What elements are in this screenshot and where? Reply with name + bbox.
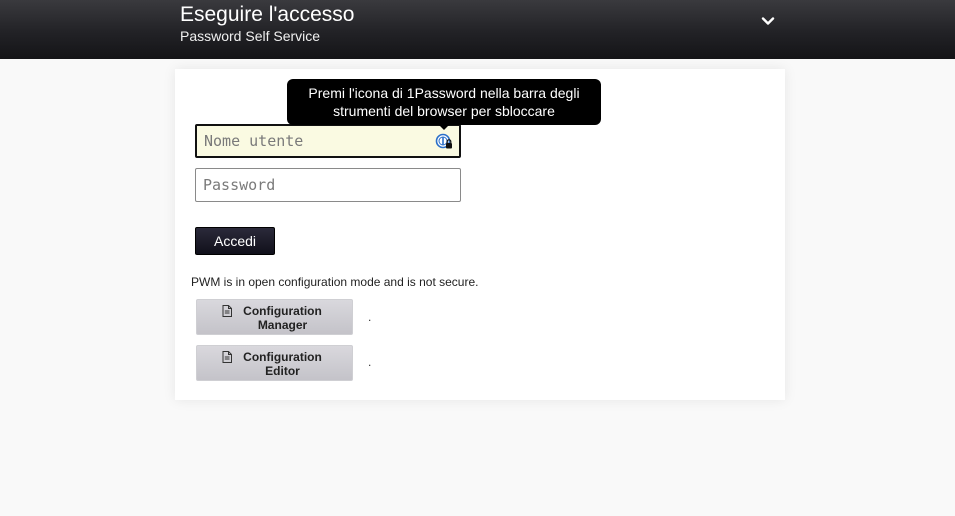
configuration-manager-button[interactable]: Configuration Manager — [196, 299, 353, 335]
trailing-dot: . — [368, 310, 372, 324]
login-button[interactable]: Accedi — [195, 227, 275, 255]
trailing-dot: . — [368, 355, 372, 369]
document-icon — [222, 351, 232, 363]
configuration-manager-label: Configuration Manager — [243, 304, 322, 332]
configuration-editor-label: Configuration Editor — [243, 350, 322, 378]
password-input[interactable] — [195, 168, 461, 202]
chevron-down-icon[interactable] — [760, 13, 776, 29]
password-manager-tooltip: Premi l'icona di 1Password nella barra d… — [287, 79, 601, 125]
tooltip-arrow — [438, 124, 450, 130]
configuration-editor-button[interactable]: Configuration Editor — [196, 345, 353, 381]
1password-lock-icon[interactable] — [435, 133, 453, 151]
page-title: Eseguire l'accesso — [180, 3, 355, 26]
app-subtitle: Password Self Service — [180, 28, 321, 44]
config-mode-notice: PWM is in open configuration mode and is… — [191, 275, 479, 289]
username-input[interactable] — [195, 124, 461, 158]
top-header: Eseguire l'accesso Password Self Service — [0, 0, 955, 59]
document-icon — [222, 305, 232, 317]
